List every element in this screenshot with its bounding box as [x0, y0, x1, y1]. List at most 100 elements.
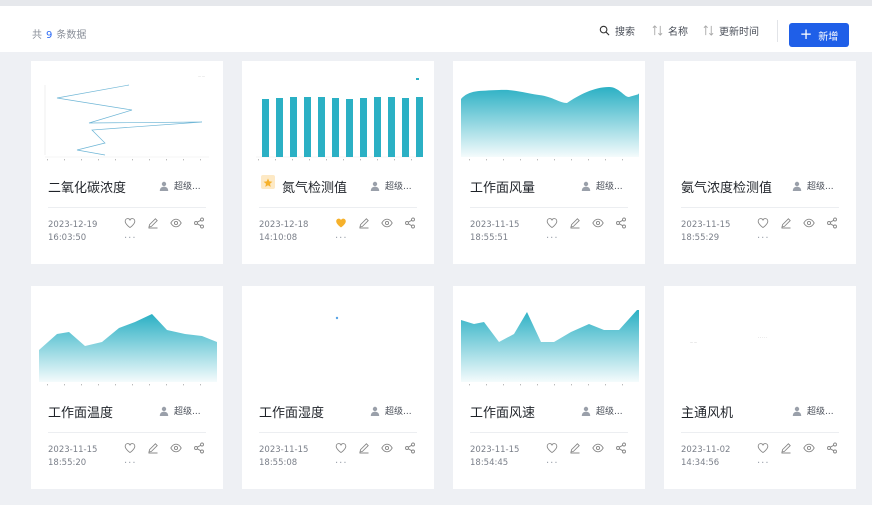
chart-thumbnail[interactable]: — — - - - - -: [670, 290, 850, 386]
card-title: 氨气浓度检测值: [681, 181, 773, 196]
sort-icon: [652, 25, 663, 36]
search-icon: [599, 25, 610, 36]
chart-thumbnail[interactable]: — —: [37, 65, 217, 161]
share-icon[interactable]: [404, 442, 416, 454]
more-button[interactable]: ···: [335, 458, 348, 469]
card-divider: [48, 207, 206, 208]
card-title: 工作面风量: [470, 181, 536, 196]
card-author: 超级...: [792, 404, 834, 417]
more-button[interactable]: ···: [335, 233, 348, 244]
user-icon: [581, 181, 591, 191]
share-icon[interactable]: [826, 442, 838, 454]
more-button[interactable]: ···: [757, 458, 770, 469]
edit-icon[interactable]: [358, 442, 370, 454]
card-divider: [259, 432, 417, 433]
eye-icon[interactable]: [592, 217, 604, 229]
chart-thumbnail[interactable]: [248, 65, 428, 161]
chart-card[interactable]: 工作面风速 超级... 2023-11-15 18:54:45 ···: [453, 286, 645, 489]
card-actions: [335, 217, 416, 229]
chart-card[interactable]: 工作面风量 超级... 2023-11-15 18:55:51 ···: [453, 61, 645, 264]
sort-by-time-button[interactable]: 更新时间: [703, 23, 759, 38]
eye-icon[interactable]: [592, 442, 604, 454]
eye-icon[interactable]: [381, 217, 393, 229]
share-icon[interactable]: [404, 217, 416, 229]
sort-by-name-button[interactable]: 名称: [652, 23, 688, 38]
card-title-row: 工作面湿度 超级...: [242, 398, 434, 421]
favorite-icon[interactable]: [757, 217, 769, 229]
edit-icon[interactable]: [569, 442, 581, 454]
edit-icon[interactable]: [358, 217, 370, 229]
card-title: 主通风机: [681, 406, 734, 421]
eye-icon[interactable]: [170, 442, 182, 454]
favorite-icon[interactable]: [546, 217, 558, 229]
chart-card[interactable]: — — 二氧化碳浓度 超级... 2023-12-19 16:03:50 ···: [31, 61, 223, 264]
share-icon[interactable]: [193, 217, 205, 229]
favorite-icon[interactable]: [124, 442, 136, 454]
more-button[interactable]: ···: [124, 458, 137, 469]
card-title: 工作面风速: [470, 406, 536, 421]
chart-thumbnail[interactable]: [37, 290, 217, 386]
card-title: 工作面温度: [48, 406, 114, 421]
edit-icon[interactable]: [569, 217, 581, 229]
edit-icon[interactable]: [780, 217, 792, 229]
card-title-row: 氨气浓度检测值 超级...: [664, 173, 856, 196]
card-author: 超级...: [581, 404, 623, 417]
user-icon: [370, 406, 380, 416]
card-divider: [470, 207, 628, 208]
eye-icon[interactable]: [803, 217, 815, 229]
share-icon[interactable]: [193, 442, 205, 454]
chart-thumbnail[interactable]: [459, 290, 639, 386]
favorite-icon[interactable]: [124, 217, 136, 229]
favorite-icon[interactable]: [335, 442, 347, 454]
toolbar-divider: [777, 20, 778, 42]
chart-card[interactable]: — — - - - - - 主通风机 超级... 2023-11-02 14:34…: [664, 286, 856, 489]
svg-text:— —: — —: [690, 340, 697, 344]
favorite-icon[interactable]: [757, 442, 769, 454]
edit-icon[interactable]: [147, 217, 159, 229]
card-title: 二氧化碳浓度: [48, 181, 127, 196]
card-actions: [124, 217, 205, 229]
card-actions: [546, 442, 627, 454]
more-button[interactable]: ···: [546, 458, 559, 469]
card-divider: [681, 432, 839, 433]
search-button[interactable]: 搜索: [599, 23, 635, 38]
eye-icon[interactable]: [381, 442, 393, 454]
user-icon: [370, 181, 380, 191]
new-button[interactable]: + 新增: [789, 23, 849, 47]
chart-card[interactable]: 工作面温度 超级... 2023-11-15 18:55:20 ···: [31, 286, 223, 489]
card-divider: [470, 432, 628, 433]
chart-thumbnail[interactable]: [670, 65, 850, 161]
chart-card[interactable]: 氨气浓度检测值 超级... 2023-11-15 18:55:29 ···: [664, 61, 856, 264]
card-author: 超级...: [370, 404, 412, 417]
svg-text:— —: — —: [198, 74, 205, 78]
card-updated-time: 2023-11-15 18:55:51: [470, 220, 520, 243]
card-author: 超级...: [370, 179, 412, 192]
more-button[interactable]: ···: [546, 233, 559, 244]
edit-icon[interactable]: [147, 442, 159, 454]
card-updated-time: 2023-11-15 18:55:29: [681, 220, 731, 243]
card-updated-time: 2023-11-15 18:54:45: [470, 445, 520, 468]
favorite-icon[interactable]: [335, 217, 347, 229]
edit-icon[interactable]: [780, 442, 792, 454]
more-button[interactable]: ···: [124, 233, 137, 244]
chart-thumbnail[interactable]: [459, 65, 639, 161]
card-divider: [259, 207, 417, 208]
chart-thumbnail[interactable]: [248, 290, 428, 386]
eye-icon[interactable]: [803, 442, 815, 454]
toolbar: 共 9 条数据 搜索 名称 更新时间 + 新增: [0, 6, 872, 52]
share-icon[interactable]: [615, 217, 627, 229]
total-count: 9: [46, 30, 53, 41]
star-icon: [261, 175, 275, 189]
share-icon[interactable]: [826, 217, 838, 229]
share-icon[interactable]: [615, 442, 627, 454]
card-updated-time: 2023-12-19 16:03:50: [48, 220, 98, 243]
chart-card[interactable]: 工作面湿度 超级... 2023-11-15 18:55:08 ···: [242, 286, 434, 489]
chart-card[interactable]: 氮气检测值 超级... 2023-12-18 14:10:08 ···: [242, 61, 434, 264]
favorite-icon[interactable]: [546, 442, 558, 454]
eye-icon[interactable]: [170, 217, 182, 229]
more-button[interactable]: ···: [757, 233, 770, 244]
card-author: 超级...: [159, 404, 201, 417]
user-icon: [159, 181, 169, 191]
card-updated-time: 2023-11-02 14:34:56: [681, 445, 731, 468]
card-author: 超级...: [159, 179, 201, 192]
